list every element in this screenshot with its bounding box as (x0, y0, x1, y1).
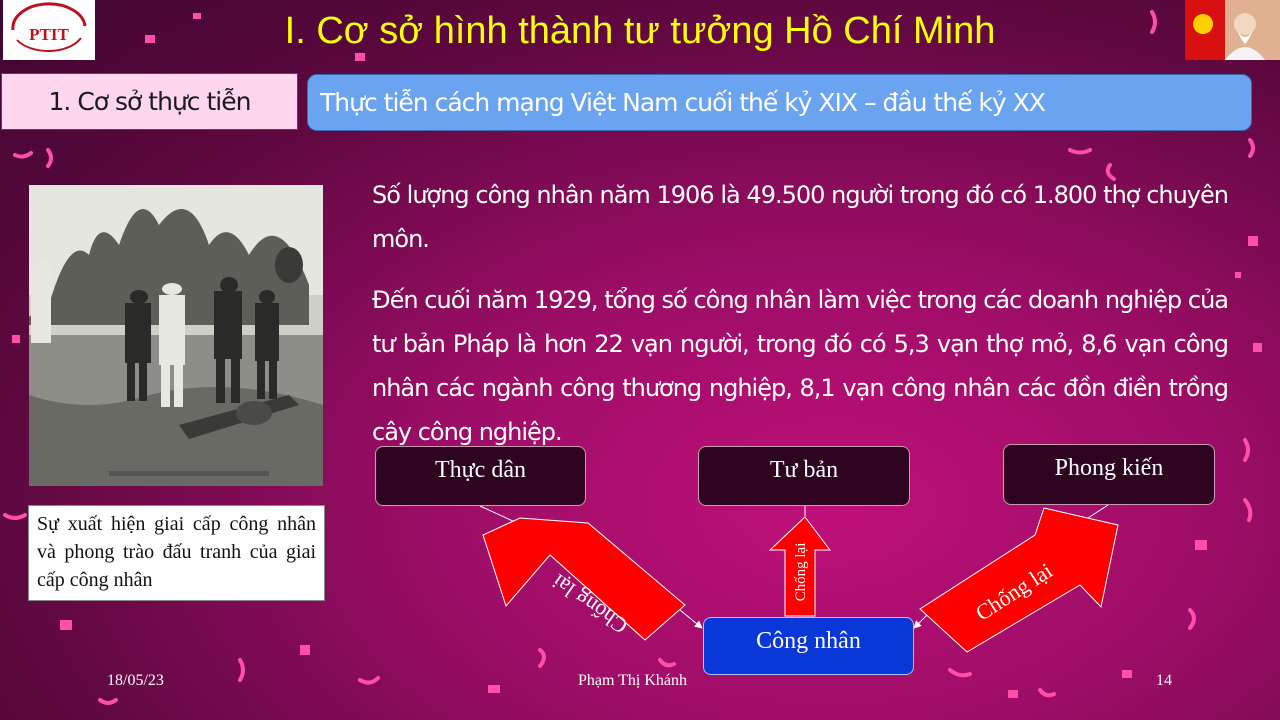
arrow-label-left: Chống lại (547, 569, 632, 639)
footer-date: 18/05/23 (107, 672, 164, 689)
footer-page-number: 14 (1156, 672, 1172, 689)
arrow-against-capitalists (768, 516, 832, 617)
paragraph-2: Đến cuối năm 1929, tổng số công nhân làm… (372, 286, 1229, 446)
subtitle-banner: Thực tiễn cách mạng Việt Nam cuối thế kỷ… (307, 74, 1252, 131)
node-colonists: Thực dân (375, 446, 586, 506)
image-caption: Sự xuất hiện giai cấp công nhân và phong… (28, 505, 325, 601)
slide-title: I. Cơ sở hình thành tư tưởng Hồ Chí Minh (284, 10, 996, 52)
node-capitalists: Tư bản (698, 446, 910, 506)
section-label: 1. Cơ sở thực tiễn (1, 73, 298, 130)
node-workers: Công nhân (703, 617, 914, 675)
arrow-label-right: Chống lại (971, 558, 1057, 626)
arrow-against-feudalism (919, 507, 1119, 653)
footer-author: Phạm Thị Khánh (578, 672, 688, 689)
historical-photo (29, 185, 323, 486)
node-feudalism: Phong kiến (1003, 444, 1215, 505)
arrow-label-middle: Chống lại (793, 543, 809, 602)
paragraph-1: Số lượng công nhân năm 1906 là 49.500 ng… (372, 181, 1229, 253)
arrow-against-colonists (482, 517, 686, 641)
